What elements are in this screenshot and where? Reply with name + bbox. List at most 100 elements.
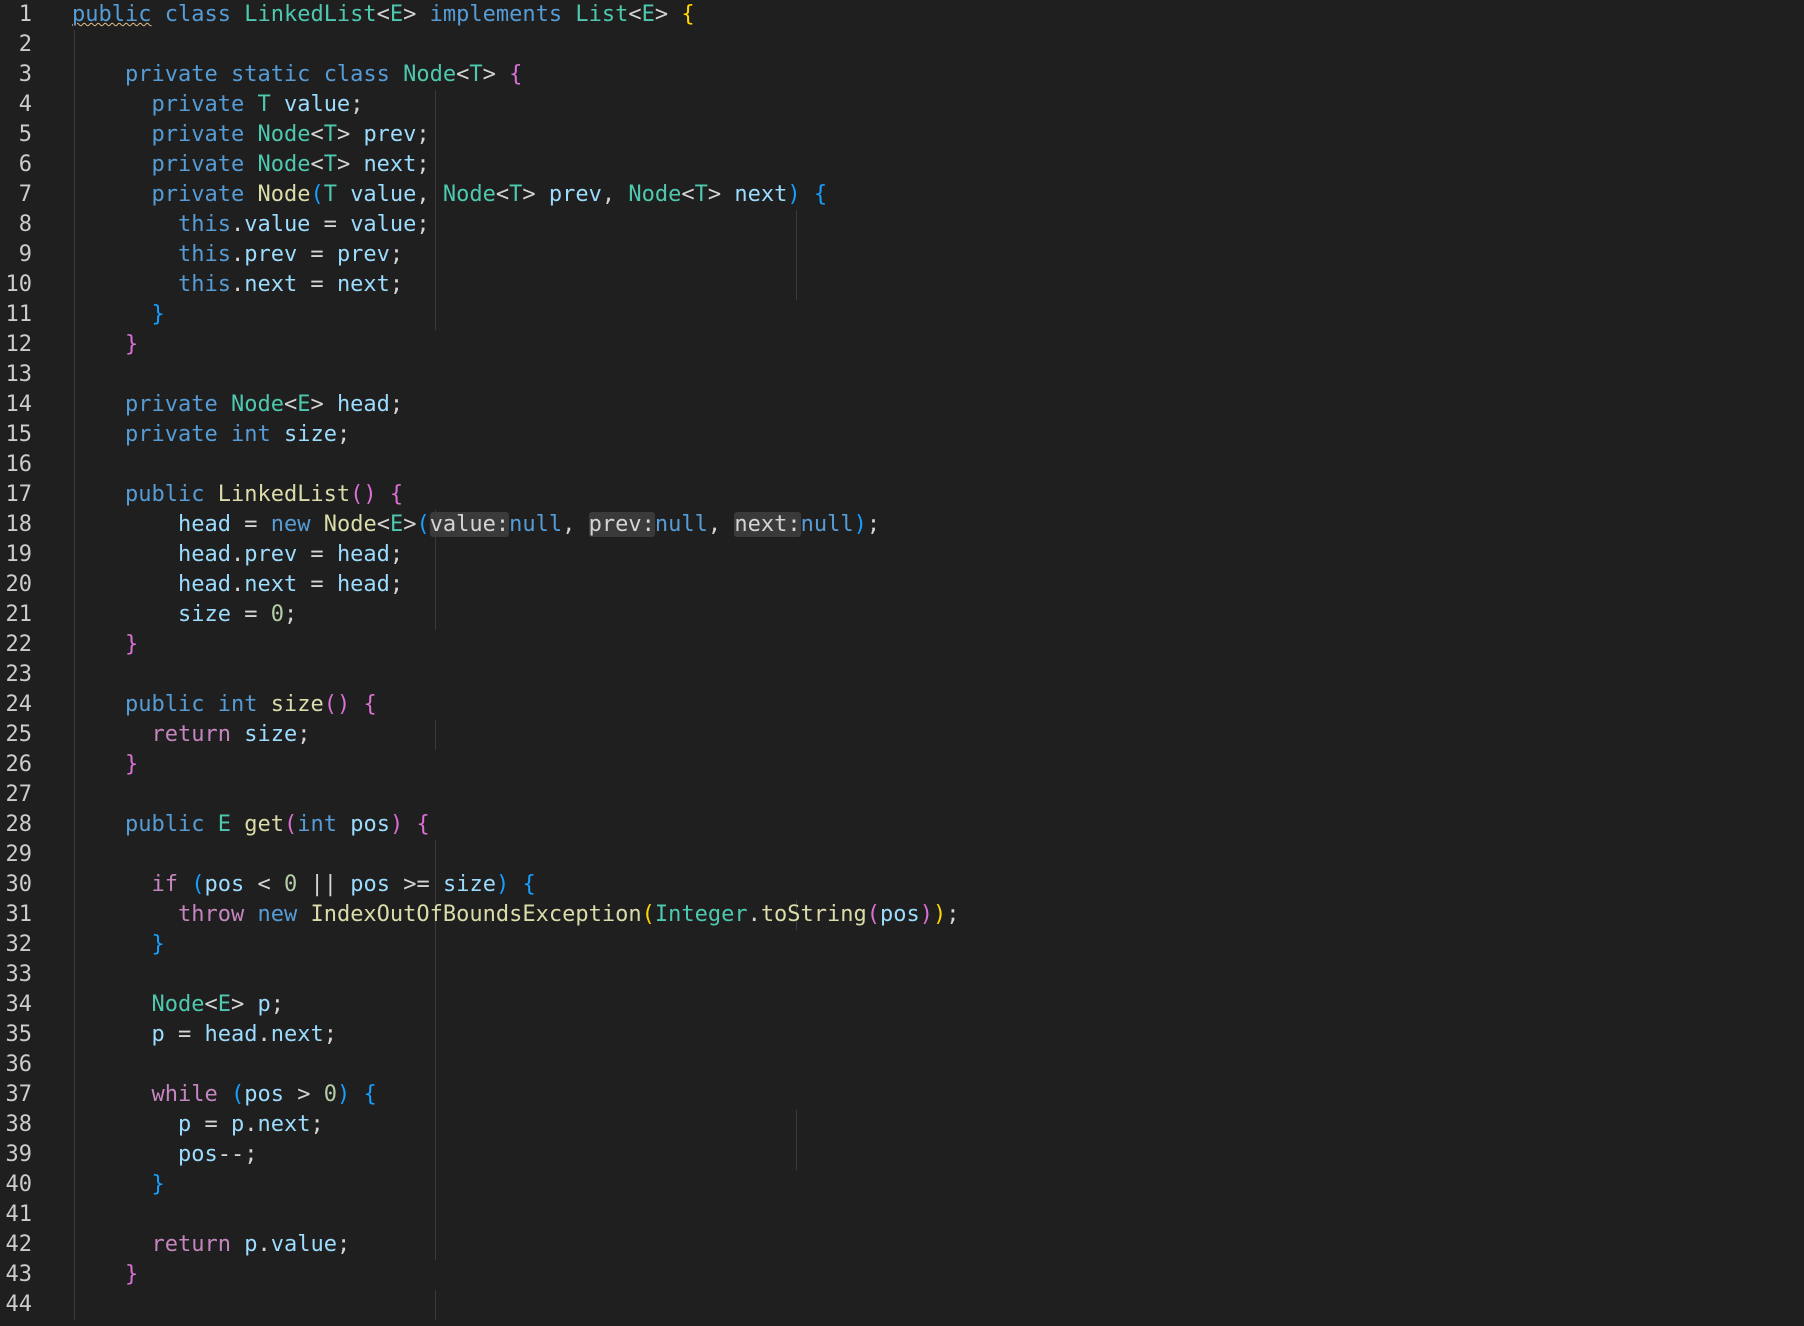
code-line[interactable]: 13	[0, 360, 1804, 390]
code-token: ||	[297, 872, 351, 897]
code-line[interactable]: 26 }	[0, 750, 1804, 780]
code-token: <	[310, 152, 324, 177]
code-line[interactable]: 27	[0, 780, 1804, 810]
code-token: ;	[389, 272, 404, 297]
code-line[interactable]: 42 return p.value;	[0, 1230, 1804, 1260]
code-text: private static class Node<T> {	[72, 60, 522, 90]
code-token: private	[151, 92, 245, 117]
code-line[interactable]: 19 head.prev = head;	[0, 540, 1804, 570]
code-line[interactable]: 16	[0, 450, 1804, 480]
code-line[interactable]: 37 while (pos > 0) {	[0, 1080, 1804, 1110]
code-line[interactable]: 5 private Node<T> prev;	[0, 120, 1804, 150]
code-text: private Node<T> prev;	[72, 120, 429, 150]
code-token: private	[151, 122, 245, 147]
code-token: >=	[389, 872, 443, 897]
code-line[interactable]: 29	[0, 840, 1804, 870]
code-text: return p.value;	[72, 1230, 350, 1260]
code-token: value	[270, 1232, 337, 1257]
code-token: {	[416, 812, 430, 837]
parameter-hint: value:	[429, 512, 510, 537]
indent-guide	[795, 1110, 797, 1140]
code-line[interactable]: 15 private int size;	[0, 420, 1804, 450]
line-number: 12	[5, 332, 33, 357]
code-line[interactable]: 8 this.value = value;	[0, 210, 1804, 240]
code-line[interactable]: 43 }	[0, 1260, 1804, 1290]
code-token: }	[124, 332, 139, 357]
code-token: p	[244, 1232, 258, 1257]
code-line[interactable]: 9 this.prev = prev;	[0, 240, 1804, 270]
code-token: this	[177, 242, 231, 267]
code-token: p	[257, 992, 271, 1017]
line-number: 8	[18, 212, 32, 237]
code-line[interactable]: 44	[0, 1290, 1804, 1320]
code-line[interactable]: 14 private Node<E> head;	[0, 390, 1804, 420]
code-text: private Node<T> next;	[72, 150, 429, 180]
line-number: 27	[5, 782, 33, 807]
code-line[interactable]: 31 throw new IndexOutOfBoundsException(I…	[0, 900, 1804, 930]
code-token: }	[124, 1262, 139, 1287]
line-number: 25	[5, 722, 33, 747]
code-line[interactable]: 17 public LinkedList() {	[0, 480, 1804, 510]
code-line[interactable]: 18 head = new Node<E>(value:null, prev:n…	[0, 510, 1804, 540]
code-text: return size;	[72, 720, 310, 750]
code-token: <	[681, 182, 695, 207]
line-number: 38	[5, 1112, 33, 1137]
code-line[interactable]: 10 this.next = next;	[0, 270, 1804, 300]
code-line[interactable]: 35 p = head.next;	[0, 1020, 1804, 1050]
line-number: 4	[18, 92, 32, 117]
code-line[interactable]: 39 pos--;	[0, 1140, 1804, 1170]
indent-guide	[434, 240, 436, 270]
code-line[interactable]: 38 p = p.next;	[0, 1110, 1804, 1140]
code-line[interactable]: 33	[0, 960, 1804, 990]
code-text: }	[72, 300, 164, 330]
code-line[interactable]: 30 if (pos < 0 || pos >= size) {	[0, 870, 1804, 900]
code-text: if (pos < 0 || pos >= size) {	[72, 870, 535, 900]
code-token: return	[151, 722, 231, 747]
code-editor[interactable]: 1 public class LinkedList<E> implements L…	[0, 0, 1804, 1326]
code-line[interactable]: 21 size = 0;	[0, 600, 1804, 630]
code-text: public LinkedList() {	[72, 480, 403, 510]
code-token: null	[509, 512, 563, 537]
code-line[interactable]: 3 private static class Node<T> {	[0, 60, 1804, 90]
code-token: )	[933, 902, 947, 927]
code-line[interactable]: 2	[0, 30, 1804, 60]
code-line[interactable]: 34 Node<E> p;	[0, 990, 1804, 1020]
code-token: (	[283, 812, 298, 837]
code-line[interactable]: 4 private T value;	[0, 90, 1804, 120]
code-token: ;	[350, 92, 364, 117]
code-token: head	[177, 512, 231, 537]
code-line[interactable]: 28 public E get(int pos) {	[0, 810, 1804, 840]
code-line[interactable]: 1 public class LinkedList<E> implements L…	[0, 0, 1804, 30]
code-line[interactable]: 32 }	[0, 930, 1804, 960]
code-line[interactable]: 23	[0, 660, 1804, 690]
code-token: <	[628, 2, 642, 27]
code-line[interactable]: 7 private Node(T value, Node<T> prev, No…	[0, 180, 1804, 210]
code-line[interactable]: 36	[0, 1050, 1804, 1080]
code-line[interactable]: 12 }	[0, 330, 1804, 360]
code-line[interactable]: 40 }	[0, 1170, 1804, 1200]
code-token: ;	[336, 422, 351, 447]
indent-guide	[434, 1170, 436, 1200]
code-token: ;	[310, 1112, 324, 1137]
line-number: 41	[5, 1202, 33, 1227]
code-line[interactable]: 22 }	[0, 630, 1804, 660]
code-line[interactable]: 24 public int size() {	[0, 690, 1804, 720]
code-line[interactable]: 25 return size;	[0, 720, 1804, 750]
code-line[interactable]: 20 head.next = head;	[0, 570, 1804, 600]
code-line[interactable]: 6 private Node<T> next;	[0, 150, 1804, 180]
code-text: }	[72, 630, 138, 660]
code-text: p = head.next;	[72, 1020, 336, 1050]
code-line[interactable]: 11 }	[0, 300, 1804, 330]
code-line[interactable]: 41	[0, 1200, 1804, 1230]
code-token: toString	[760, 902, 867, 927]
